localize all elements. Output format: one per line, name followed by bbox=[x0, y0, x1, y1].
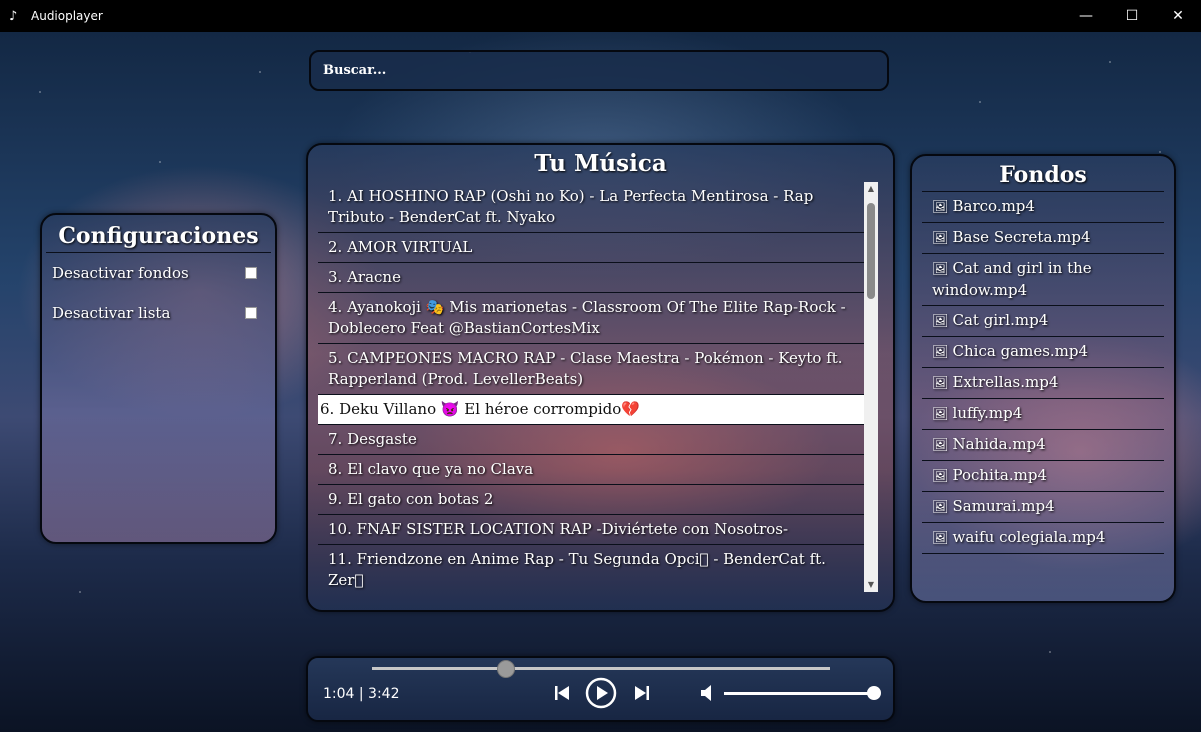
song-list-scrollbar[interactable]: ▲ ▼ bbox=[864, 182, 878, 592]
background-item-label: Samurai.mp4 bbox=[952, 497, 1055, 515]
song-item[interactable]: 2. AMOR VIRTUAL bbox=[318, 233, 870, 263]
image-file-icon: 🖼 bbox=[932, 376, 949, 391]
background-item-label: Base Secreta.mp4 bbox=[952, 228, 1091, 246]
background-item[interactable]: 🖼 waifu colegiala.mp4 bbox=[922, 523, 1164, 554]
window-title: Audioplayer bbox=[31, 9, 103, 23]
song-item[interactable]: 5. CAMPEONES MACRO RAP - Clase Maestra -… bbox=[318, 344, 870, 395]
option-label: Desactivar fondos bbox=[52, 264, 189, 282]
disable-list-checkbox[interactable] bbox=[245, 307, 257, 319]
background-item-label: waifu colegiala.mp4 bbox=[952, 528, 1106, 546]
config-title: Configuraciones bbox=[46, 220, 271, 253]
progress-slider[interactable] bbox=[372, 660, 830, 678]
volume-slider[interactable] bbox=[724, 686, 881, 700]
option-disable-list[interactable]: Desactivar lista bbox=[42, 293, 275, 333]
background-item-label: Cat girl.mp4 bbox=[952, 311, 1049, 329]
image-file-icon: 🖼 bbox=[932, 345, 949, 360]
background-item[interactable]: 🖼 Pochita.mp4 bbox=[922, 461, 1164, 492]
song-item[interactable]: 3. Aracne bbox=[318, 263, 870, 293]
background-item[interactable]: 🖼 Cat and girl in the window.mp4 bbox=[922, 254, 1164, 306]
backgrounds-list: 🖼 Barco.mp4 🖼 Base Secreta.mp4 🖼 Cat and girl… bbox=[912, 192, 1174, 554]
search-input[interactable] bbox=[321, 62, 887, 79]
background-item[interactable]: 🖼 Barco.mp4 bbox=[922, 192, 1164, 223]
option-label: Desactivar lista bbox=[52, 304, 171, 322]
image-file-icon: 🖼 bbox=[932, 407, 949, 422]
close-button[interactable]: ✕ bbox=[1155, 0, 1201, 32]
image-file-icon: 🖼 bbox=[932, 200, 949, 215]
next-button[interactable] bbox=[631, 682, 653, 704]
background-item-label: Nahida.mp4 bbox=[952, 435, 1046, 453]
song-item-selected[interactable]: 6. Deku Villano 👿 El héroe corrompido💔 bbox=[318, 395, 878, 425]
maximize-button[interactable]: ☐ bbox=[1109, 0, 1155, 32]
scroll-down-icon[interactable]: ▼ bbox=[864, 578, 878, 592]
song-item[interactable]: 10. FNAF SISTER LOCATION RAP -Diviértete… bbox=[318, 515, 870, 545]
config-panel: Configuraciones Desactivar fondos Desact… bbox=[40, 213, 277, 544]
option-disable-backgrounds[interactable]: Desactivar fondos bbox=[42, 253, 275, 293]
background-item-label: luffy.mp4 bbox=[952, 404, 1023, 422]
song-item[interactable]: 4. Ayanokoji 🎭 Mis marionetas - Classroo… bbox=[318, 293, 870, 344]
song-item[interactable]: 1. AI HOSHINO RAP (Oshi no Ko) - La Perf… bbox=[318, 182, 870, 233]
background-item[interactable]: 🖼 Extrellas.mp4 bbox=[922, 368, 1164, 399]
background-item-label: Chica games.mp4 bbox=[952, 342, 1089, 360]
image-file-icon: 🖼 bbox=[932, 469, 949, 484]
song-list: 1. AI HOSHINO RAP (Oshi no Ko) - La Perf… bbox=[318, 182, 878, 592]
skip-next-icon bbox=[635, 686, 649, 700]
background-item-label: Pochita.mp4 bbox=[952, 466, 1047, 484]
image-file-icon: 🖼 bbox=[932, 262, 949, 277]
image-file-icon: 🖼 bbox=[932, 438, 949, 453]
background-item[interactable]: 🖼 Chica games.mp4 bbox=[922, 337, 1164, 368]
previous-button[interactable] bbox=[551, 682, 573, 704]
background-item-label: Extrellas.mp4 bbox=[952, 373, 1059, 391]
image-file-icon: 🖼 bbox=[932, 500, 949, 515]
background-item[interactable]: 🖼 Nahida.mp4 bbox=[922, 430, 1164, 461]
progress-fill bbox=[372, 667, 505, 670]
speaker-icon bbox=[701, 685, 711, 701]
player-bar: 1:04 | 3:42 bbox=[306, 656, 895, 722]
music-note-icon: ♪ bbox=[9, 8, 18, 24]
song-item[interactable]: 11. Friendzone en Anime Rap - Tu Segunda… bbox=[318, 545, 870, 592]
background-item[interactable]: 🖼 Samurai.mp4 bbox=[922, 492, 1164, 523]
song-item[interactable]: 7. Desgaste bbox=[318, 425, 870, 455]
play-button[interactable] bbox=[585, 677, 617, 709]
minimize-button[interactable]: — bbox=[1063, 0, 1109, 32]
skip-previous-icon bbox=[555, 686, 569, 700]
backgrounds-panel: Fondos 🖼 Barco.mp4 🖼 Base Secreta.mp4 🖼 Cat a… bbox=[910, 154, 1176, 603]
background-item-label: Cat and girl in the window.mp4 bbox=[932, 259, 1092, 299]
song-item[interactable]: 8. El clavo que ya no Clava bbox=[318, 455, 870, 485]
progress-handle[interactable] bbox=[496, 660, 515, 678]
volume-button[interactable] bbox=[698, 682, 718, 704]
play-icon bbox=[585, 677, 617, 709]
image-file-icon: 🖼 bbox=[932, 531, 949, 546]
song-item[interactable]: 9. El gato con botas 2 bbox=[318, 485, 870, 515]
background-item[interactable]: 🖼 luffy.mp4 bbox=[922, 399, 1164, 430]
scrollbar-thumb[interactable] bbox=[867, 203, 875, 299]
image-file-icon: 🖼 bbox=[932, 231, 949, 246]
background-item[interactable]: 🖼 Cat girl.mp4 bbox=[922, 306, 1164, 337]
time-display: 1:04 | 3:42 bbox=[323, 686, 400, 702]
backgrounds-title: Fondos bbox=[922, 159, 1164, 192]
background-item-label: Barco.mp4 bbox=[952, 197, 1035, 215]
music-panel: Tu Música 1. AI HOSHINO RAP (Oshi no Ko)… bbox=[306, 143, 895, 612]
music-title: Tu Música bbox=[534, 150, 667, 177]
scroll-up-icon[interactable]: ▲ bbox=[864, 182, 878, 196]
image-file-icon: 🖼 bbox=[932, 314, 949, 329]
window-titlebar: ♪ Audioplayer — ☐ ✕ bbox=[0, 0, 1201, 32]
disable-backgrounds-checkbox[interactable] bbox=[245, 267, 257, 279]
search-bar bbox=[309, 50, 889, 91]
volume-handle[interactable] bbox=[867, 686, 881, 700]
background-item[interactable]: 🖼 Base Secreta.mp4 bbox=[922, 223, 1164, 254]
